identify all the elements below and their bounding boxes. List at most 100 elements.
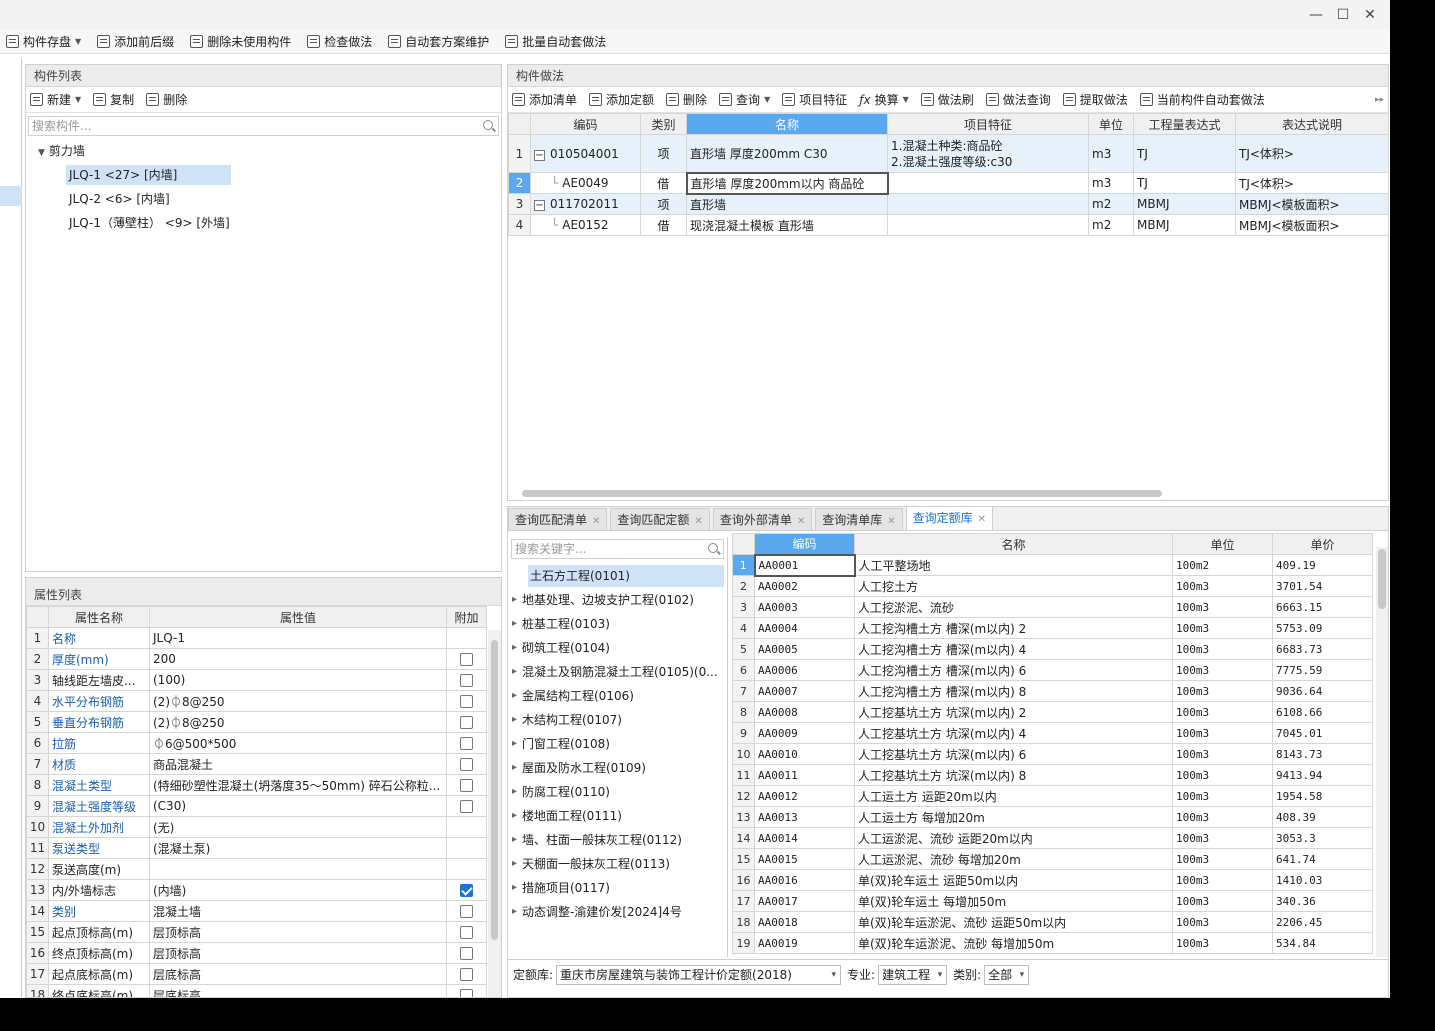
library-dropdown[interactable]: 重庆市房屋建筑与装饰工程计价定额(2018) (556, 964, 842, 985)
attach-checkbox[interactable] (460, 905, 473, 918)
query-button[interactable]: 查询 ▼ (719, 91, 770, 108)
method-hscroll-thumb[interactable] (522, 490, 1162, 497)
category-item[interactable]: 楼地面工程(0111) (508, 805, 724, 827)
method-feature[interactable] (887, 172, 1089, 194)
close-icon[interactable]: ✕ (978, 514, 986, 525)
extract-method-button[interactable]: 提取做法 (1062, 91, 1128, 108)
category-item[interactable]: 木结构工程(0107) (508, 709, 724, 731)
method-code-cell[interactable]: −011702011 (530, 193, 641, 215)
property-scroll-thumb[interactable] (491, 640, 498, 940)
collapse-icon[interactable]: − (534, 149, 545, 161)
auto-scheme-button[interactable]: 自动套方案维护 (388, 33, 489, 50)
quota-code[interactable]: AA0004 (754, 617, 855, 639)
property-value[interactable]: 层顶标高 (149, 921, 447, 943)
attach-checkbox[interactable] (460, 989, 473, 997)
quota-row[interactable]: 2 AA0002 人工挖土方 100m3 3701.54 (732, 575, 1373, 597)
property-value[interactable]: 层底标高 (149, 963, 447, 985)
category-item[interactable]: 土石方工程(0101) (528, 565, 724, 587)
method-name[interactable]: 直形墙 厚度200mm C30 (686, 134, 888, 173)
property-row[interactable]: 18 终点底标高(m) 层底标高 (26, 984, 487, 997)
tab-quota-library[interactable]: 查询定额库 ✕ (905, 506, 994, 530)
quota-row[interactable]: 5 AA0005 人工挖沟槽土方 槽深(m以内) 4 100m3 6683.73 (732, 638, 1373, 660)
quota-row[interactable]: 9 AA0009 人工挖基坑土方 坑深(m以内) 4 100m3 7045.01 (732, 722, 1373, 744)
quota-scrollbar[interactable] (1376, 547, 1388, 957)
attach-checkbox[interactable] (460, 947, 473, 960)
tab-match-quota[interactable]: 查询匹配定额 ✕ (610, 508, 710, 530)
quota-row[interactable]: 14 AA0014 人工运淤泥、流砂 运距20m以内 100m3 3053.3 (732, 827, 1373, 849)
quota-name[interactable]: 单(双)轮车运土 运距50m以内 (854, 869, 1173, 891)
property-value[interactable]: (无) (149, 816, 447, 838)
category-item[interactable]: 动态调整-渝建价发[2024]4号 (508, 901, 724, 923)
quota-row[interactable]: 4 AA0004 人工挖沟槽土方 槽深(m以内) 2 100m3 5753.09 (732, 617, 1373, 639)
attach-checkbox[interactable] (460, 674, 473, 687)
quota-code[interactable]: AA0011 (754, 764, 855, 786)
quota-name[interactable]: 单(双)轮车运土 每增加50m (854, 890, 1173, 912)
quota-code[interactable]: AA0019 (754, 932, 855, 954)
property-row[interactable]: 16 终点顶标高(m) 层顶标高 (26, 942, 487, 964)
attach-checkbox[interactable] (460, 758, 473, 771)
search-icon[interactable] (483, 120, 493, 130)
quota-name[interactable]: 单(双)轮车运淤泥、流砂 每增加50m (854, 932, 1173, 954)
minimize-icon[interactable]: — (1303, 4, 1329, 26)
category-item[interactable]: 措施项目(0117) (508, 877, 724, 899)
category-dropdown[interactable]: 全部 (984, 964, 1030, 985)
property-value[interactable]: (混凝土泵) (149, 837, 447, 859)
property-row[interactable]: 6 拉筋 ⏀6@500*500 (26, 732, 487, 754)
quota-code[interactable]: AA0003 (754, 596, 855, 618)
category-item[interactable]: 地基处理、边坡支护工程(0102) (508, 589, 724, 611)
category-item[interactable]: 屋面及防水工程(0109) (508, 757, 724, 779)
property-value[interactable]: 层底标高 (149, 984, 447, 997)
property-row[interactable]: 17 起点底标高(m) 层底标高 (26, 963, 487, 985)
quota-name[interactable]: 人工平整场地 (854, 554, 1173, 576)
quota-row[interactable]: 12 AA0012 人工运土方 运距20m以内 100m3 1954.58 (732, 785, 1373, 807)
quota-name[interactable]: 人工挖沟槽土方 槽深(m以内) 2 (854, 617, 1173, 639)
quota-code[interactable]: AA0018 (754, 911, 855, 933)
method-code-cell[interactable]: −010504001 (530, 134, 641, 173)
attach-checkbox[interactable] (460, 779, 473, 792)
quota-name[interactable]: 人工挖土方 (854, 575, 1173, 597)
property-row[interactable]: 2 厚度(mm) 200 (26, 648, 487, 670)
major-dropdown[interactable]: 建筑工程 (878, 964, 948, 985)
quota-name[interactable]: 人工挖基坑土方 坑深(m以内) 4 (854, 722, 1173, 744)
category-item[interactable]: 墙、柱面一般抹灰工程(0112) (508, 829, 724, 851)
method-expr[interactable]: MBMJ (1133, 193, 1236, 215)
quota-row[interactable]: 19 AA0019 单(双)轮车运淤泥、流砂 每增加50m 100m3 534.… (732, 932, 1373, 954)
quota-row[interactable]: 11 AA0011 人工挖基坑土方 坑深(m以内) 8 100m3 9413.9… (732, 764, 1373, 786)
property-value[interactable]: (2)⏀8@250 (149, 690, 447, 712)
tree-item-jlq1[interactable]: JLQ-1 <27> [内墙] (66, 165, 231, 185)
quota-code[interactable]: AA0010 (754, 743, 855, 765)
quota-name[interactable]: 人工运土方 运距20m以内 (854, 785, 1173, 807)
item-feature-button[interactable]: 项目特征 (782, 91, 847, 108)
quota-row[interactable]: 6 AA0006 人工挖沟槽土方 槽深(m以内) 6 100m3 7775.59 (732, 659, 1373, 681)
method-expr[interactable]: MBMJ (1133, 214, 1236, 236)
collapse-icon[interactable]: − (534, 200, 545, 211)
method-row-3[interactable]: 3 −011702011 项 直形墙 m2 MBMJ MBMJ<模板面积> (508, 193, 1389, 215)
method-row-4[interactable]: 4 └ AE0152 借 现浇混凝土模板 直形墙 m2 MBMJ MBMJ<模板面… (508, 214, 1389, 236)
quota-row[interactable]: 7 AA0007 人工挖沟槽土方 槽深(m以内) 8 100m3 9036.64 (732, 680, 1373, 702)
quota-code[interactable]: AA0005 (754, 638, 855, 660)
maximize-icon[interactable]: ☐ (1330, 4, 1356, 26)
method-name[interactable]: 直形墙 (686, 193, 888, 215)
property-row[interactable]: 11 泵送类型 (混凝土泵) (26, 837, 487, 859)
method-code-cell[interactable]: └ AE0049 (530, 172, 641, 194)
quota-scroll-thumb[interactable] (1378, 549, 1386, 609)
tab-list-library[interactable]: 查询清单库 ✕ (815, 508, 903, 530)
keyword-search-input[interactable]: 搜索关键字... (511, 539, 724, 559)
category-item[interactable]: 混凝土及钢筋混凝土工程(0105)(0... (508, 661, 724, 683)
quota-row[interactable]: 10 AA0010 人工挖基坑土方 坑深(m以内) 6 100m3 8143.7… (732, 743, 1373, 765)
method-brush-button[interactable]: 做法刷 (920, 91, 974, 108)
delete-button[interactable]: 删除 (146, 91, 187, 108)
quota-code[interactable]: AA0017 (754, 890, 855, 912)
property-row[interactable]: 9 混凝土强度等级 (C30) (26, 795, 487, 817)
add-quota-button[interactable]: 添加定额 (589, 91, 654, 108)
quota-code[interactable]: AA0001 (753, 553, 856, 577)
property-value[interactable]: 200 (149, 648, 447, 670)
quota-name[interactable]: 人工挖沟槽土方 槽深(m以内) 6 (854, 659, 1173, 681)
attach-checkbox[interactable] (460, 737, 473, 750)
quota-code[interactable]: AA0002 (754, 575, 855, 597)
quota-row[interactable]: 8 AA0008 人工挖基坑土方 坑深(m以内) 2 100m3 6108.66 (732, 701, 1373, 723)
quota-row[interactable]: 13 AA0013 人工运土方 每增加20m 100m3 408.39 (732, 806, 1373, 828)
quota-code[interactable]: AA0015 (754, 848, 855, 870)
property-row[interactable]: 8 混凝土类型 (特细砂塑性混凝土(坍落度35～50mm) 碎石公称粒... (26, 774, 487, 796)
add-prefix-suffix-button[interactable]: 添加前后缀 (97, 33, 174, 50)
